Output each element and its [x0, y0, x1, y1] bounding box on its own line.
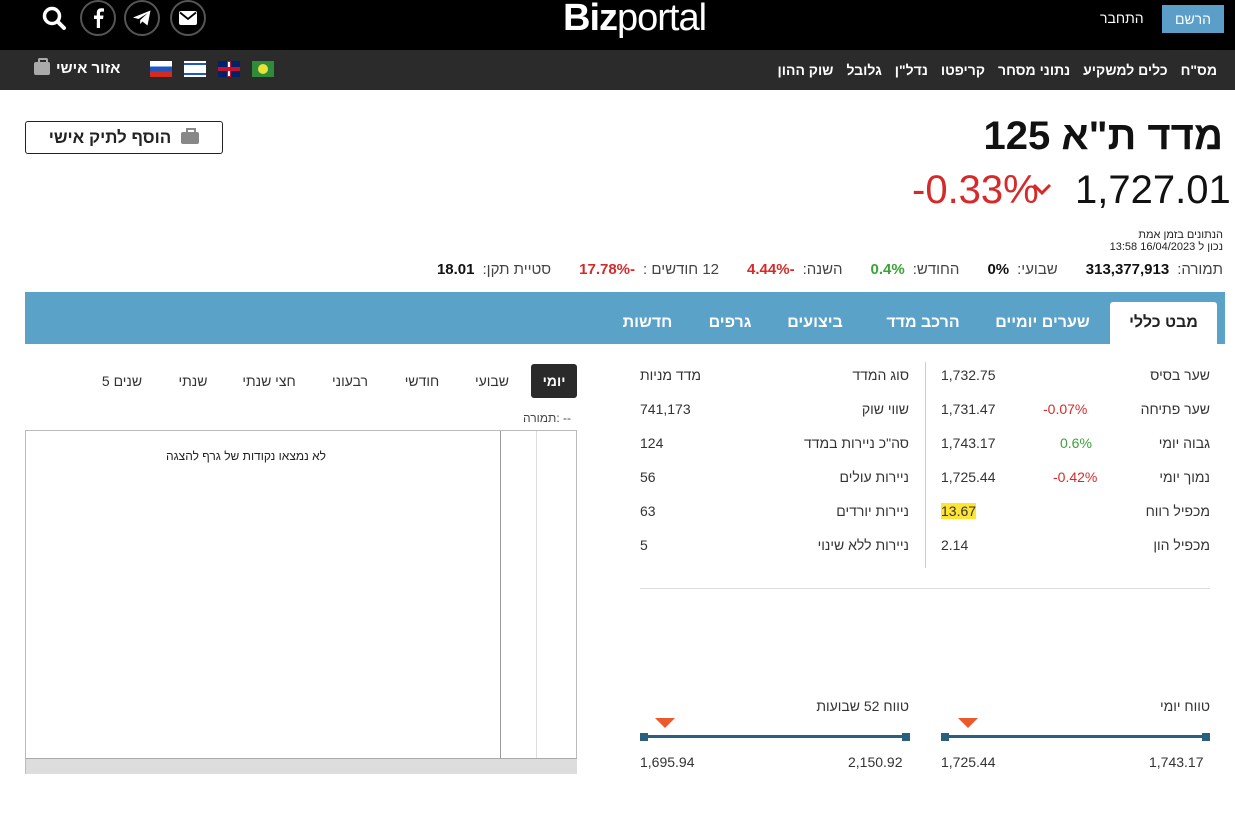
- section-divider: [640, 588, 1210, 589]
- table-row-value: 5: [640, 537, 648, 553]
- table-row-value: 1,732.75: [941, 367, 996, 383]
- no-data-message: לא נמצאו נקודות של גרף להצגה: [165, 449, 326, 463]
- nav-item-real-estate[interactable]: נדל"ן: [895, 62, 928, 78]
- table-row-label: שווי שוק: [861, 401, 909, 417]
- table-row-value: 124: [640, 435, 664, 451]
- year-value: -4.44%: [747, 260, 795, 278]
- table-row-value: 63: [640, 503, 656, 519]
- price-chart[interactable]: לא נמצאו נקודות של גרף להצגה: [25, 430, 577, 774]
- russian-flag-icon[interactable]: [150, 61, 172, 77]
- period-yearly[interactable]: שנתי: [165, 364, 221, 398]
- table-row-value: מדד מניות: [640, 367, 702, 383]
- period-quarterly[interactable]: רבעוני: [318, 364, 382, 398]
- stats-row: תמורה: 313,377,913 שבועי: 0% החודש: 0.4%…: [436, 260, 1223, 278]
- table-row-value: 741,173: [640, 401, 691, 417]
- nav-item-investor-tools[interactable]: כלים למשקיע: [1083, 62, 1167, 78]
- tab-charts[interactable]: גרפים: [690, 302, 770, 344]
- chart-axis-divider: [536, 431, 537, 774]
- daily-range-marker: [958, 718, 978, 728]
- table-row-label: שער פתיחה: [1140, 401, 1210, 417]
- week52-range-marker: [655, 718, 675, 728]
- nav-item-trading-room[interactable]: מס"ח: [1181, 62, 1217, 78]
- nav-item-global[interactable]: גלובל: [846, 62, 881, 78]
- tab-news[interactable]: חדשות: [605, 302, 690, 344]
- page-title: מדד ת"א 125: [983, 114, 1223, 158]
- tab-overview[interactable]: מבט כללי: [1110, 302, 1217, 344]
- israel-flag-icon[interactable]: [184, 61, 206, 77]
- table-row-label: שער בסיס: [1150, 367, 1210, 383]
- index-price: 1,727.01: [1075, 168, 1231, 212]
- search-icon[interactable]: [36, 0, 72, 36]
- table-row-label: ניירות ללא שינוי: [817, 537, 909, 553]
- language-flags: [150, 61, 274, 77]
- facebook-icon[interactable]: [80, 0, 116, 36]
- period-daily[interactable]: יומי: [531, 364, 577, 398]
- add-to-portfolio-button[interactable]: הוסף לתיק אישי: [25, 121, 223, 154]
- week52-range-bar: [640, 735, 910, 738]
- weekly-value: 0%: [987, 260, 1010, 278]
- nav-menu: שוק ההון גלובל נדל"ן קריפטו נתוני מסחר כ…: [778, 50, 1217, 90]
- table-row-label: סה"כ ניירות במדד: [803, 435, 909, 451]
- briefcase-icon: [34, 58, 50, 75]
- table-row-change: 0.6%: [1060, 435, 1092, 451]
- bizportal-logo[interactable]: Biz portal: [563, 0, 707, 40]
- week52-range-high: 2,150.92: [848, 754, 903, 770]
- daily-range-low: 1,725.44: [941, 754, 996, 770]
- stddev-value: 18.01: [436, 260, 475, 278]
- table-row-value: 2.14: [941, 537, 969, 553]
- range-end-cap: [902, 733, 910, 741]
- period-weekly[interactable]: שבועי: [462, 364, 522, 398]
- nav-item-capital-market[interactable]: שוק ההון: [778, 62, 834, 78]
- months12-value: -17.78%: [579, 260, 636, 278]
- table-row-label: ניירות יורדים: [836, 503, 909, 519]
- tabs-bar: מבט כללי שערים יומיים הרכב מדד ביצועים ג…: [25, 292, 1225, 344]
- period-half-year[interactable]: חצי שנתי: [232, 364, 306, 398]
- daily-range-bar: [941, 735, 1210, 738]
- arabic-flag-icon[interactable]: [252, 61, 274, 77]
- nav-item-crypto[interactable]: קריפטו: [941, 62, 985, 78]
- monthly-value: 0.4%: [870, 260, 905, 278]
- chart-scrollbar[interactable]: [26, 758, 577, 774]
- week52-range-low: 1,695.94: [640, 754, 695, 770]
- table-row-label: ניירות עולים: [839, 469, 909, 485]
- nav-item-trading-data[interactable]: נתוני מסחר: [998, 62, 1070, 78]
- realtime-note: הנתונים בזמן אמת נכון ל 16/04/2023 13:58: [1109, 229, 1223, 253]
- table-row-label: מכפיל הון: [1153, 537, 1210, 553]
- table-row-label: סוג המדד: [852, 367, 909, 383]
- table-row-change: -0.42%: [1053, 469, 1098, 485]
- period-monthly[interactable]: חודשי: [392, 364, 452, 398]
- telegram-icon[interactable]: [124, 0, 160, 36]
- personal-area-link[interactable]: אזור אישי: [34, 58, 120, 77]
- top-header: Biz portal התחבר הרשם: [0, 0, 1235, 50]
- table-row-value: 1,731.47: [941, 401, 996, 417]
- volume-value: 313,377,913: [1085, 260, 1170, 278]
- tab-index-composition[interactable]: הרכב מדד: [868, 302, 978, 344]
- table-row-value: 1,725.44: [941, 469, 996, 485]
- email-icon[interactable]: [170, 0, 206, 36]
- column-divider: [925, 362, 926, 568]
- range-end-cap: [1202, 733, 1210, 741]
- uk-flag-icon[interactable]: [218, 61, 240, 77]
- period-5-years[interactable]: 5 שנים: [92, 364, 152, 398]
- daily-range-title: טווח יומי: [1159, 698, 1210, 714]
- table-row-label: גבוה יומי: [1158, 435, 1210, 451]
- index-change: -0.33%: [912, 168, 1039, 212]
- chart-volume-label: תמורה: --: [523, 411, 571, 425]
- week52-range-title: טווח 52 שבועות: [816, 698, 909, 714]
- daily-range-high: 1,743.17: [1149, 754, 1204, 770]
- table-row-label: מכפיל רווח: [1145, 503, 1210, 519]
- table-row-value: 13.67: [941, 503, 977, 519]
- main-nav: אזור אישי שוק ההון גלובל נדל"ן קריפטו נת…: [0, 50, 1235, 90]
- login-link[interactable]: התחבר: [1100, 10, 1144, 26]
- table-row-label: נמוך יומי: [1159, 469, 1210, 485]
- briefcase-icon: [181, 127, 200, 144]
- register-button[interactable]: הרשם: [1162, 5, 1224, 33]
- table-row-change: -0.07%: [1043, 401, 1088, 417]
- tab-performance[interactable]: ביצועים: [770, 302, 860, 344]
- table-row-value: 1,743.17: [941, 435, 996, 451]
- tab-daily-rates[interactable]: שערים יומיים: [980, 302, 1105, 344]
- chart-axis-divider: [500, 431, 501, 774]
- table-row-value: 56: [640, 469, 656, 485]
